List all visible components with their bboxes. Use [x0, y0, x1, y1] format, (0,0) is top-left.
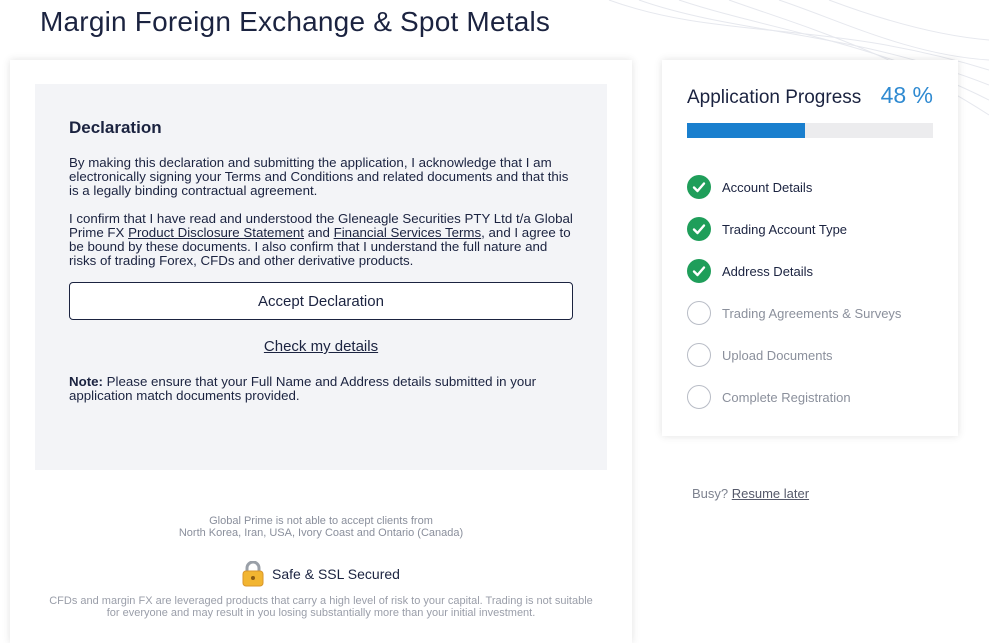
progress-step-label: Upload Documents	[722, 347, 833, 363]
risk-warning: CFDs and margin FX are leveraged product…	[49, 595, 593, 619]
padlock-icon	[242, 561, 264, 587]
empty-circle-icon	[687, 301, 711, 325]
progress-step-label: Account Details	[722, 179, 813, 195]
empty-circle-icon	[687, 385, 711, 409]
progress-title: Application Progress	[687, 87, 862, 108]
progress-step-label: Address Details	[722, 263, 814, 279]
check-icon	[687, 217, 711, 241]
declaration-paragraph-1: By making this declaration and submittin…	[69, 155, 569, 198]
declaration-panel: Declaration By making this declaration a…	[35, 84, 607, 470]
note-text: Please ensure that your Full Name and Ad…	[69, 374, 537, 403]
empty-circle-icon	[687, 343, 711, 367]
progress-header: Application Progress 48 %	[687, 82, 933, 109]
financial-services-terms-link[interactable]: Financial Services Terms	[334, 225, 482, 240]
accept-declaration-button[interactable]: Accept Declaration	[69, 282, 573, 320]
declaration-note: Note: Please ensure that your Full Name …	[69, 375, 573, 403]
declaration-heading: Declaration	[69, 118, 162, 137]
progress-step-label: Trading Account Type	[722, 221, 848, 237]
check-icon	[687, 175, 711, 199]
check-my-details-link[interactable]: Check my details	[69, 338, 573, 355]
progress-step: Address Details	[687, 250, 933, 292]
restriction-line-2: North Korea, Iran, USA, Ivory Coast and …	[178, 527, 464, 539]
progress-step: Account Details	[687, 166, 933, 208]
progress-step-label: Trading Agreements & Surveys	[722, 305, 902, 321]
busy-resume: Busy? Resume later	[692, 486, 809, 501]
declaration-paragraph-2: I confirm that I have read and understoo…	[69, 212, 573, 268]
progress-fill	[687, 123, 806, 138]
resume-later-link[interactable]: Resume later	[732, 486, 809, 501]
ssl-badge: Safe & SSL Secured	[35, 561, 607, 587]
progress-step: Trading Account Type	[687, 208, 933, 250]
progress-percent: 48 %	[880, 82, 933, 108]
product-disclosure-statement-link[interactable]: Product Disclosure Statement	[128, 225, 304, 240]
progress-step: Trading Agreements & Surveys	[687, 292, 933, 334]
progress-step: Complete Registration	[687, 376, 933, 418]
busy-prefix: Busy?	[692, 486, 732, 501]
ssl-text: Safe & SSL Secured	[272, 566, 400, 582]
progress-steps: Account Details Trading Account Type Addre…	[687, 166, 933, 418]
progress-step: Upload Documents	[687, 334, 933, 376]
note-label: Note:	[69, 374, 103, 389]
progress-bar	[687, 123, 933, 138]
footer: Global Prime is not able to accept clien…	[35, 515, 607, 619]
restriction-line-1: Global Prime is not able to accept clien…	[209, 515, 433, 527]
progress-step-label: Complete Registration	[722, 389, 851, 405]
declaration-and-text: and	[304, 225, 334, 240]
declaration-card: Declaration By making this declaration a…	[10, 60, 632, 643]
application-progress-card: Application Progress 48 % Account Detail…	[662, 60, 958, 436]
check-icon	[687, 259, 711, 283]
page-title: Margin Foreign Exchange & Spot Metals	[40, 6, 551, 37]
